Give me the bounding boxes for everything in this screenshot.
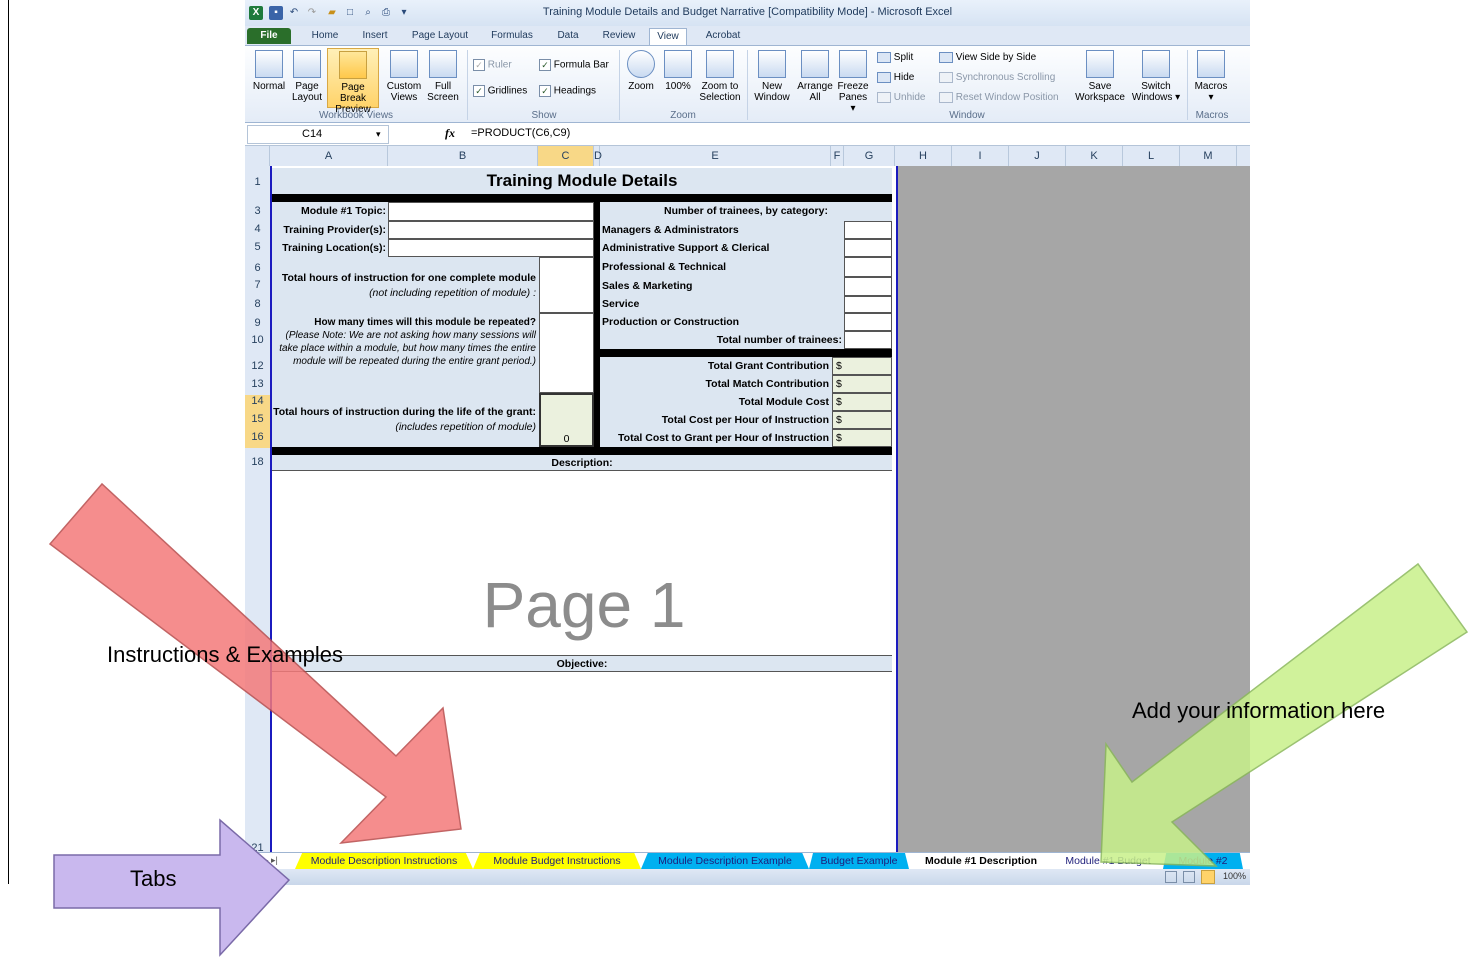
- annotation-tabs: Tabs: [130, 866, 177, 891]
- annotation-add-info: Add your information here: [1132, 698, 1386, 723]
- annotation-arrows: [48, 482, 1469, 957]
- annotation-instructions: Instructions & Examples: [107, 642, 343, 667]
